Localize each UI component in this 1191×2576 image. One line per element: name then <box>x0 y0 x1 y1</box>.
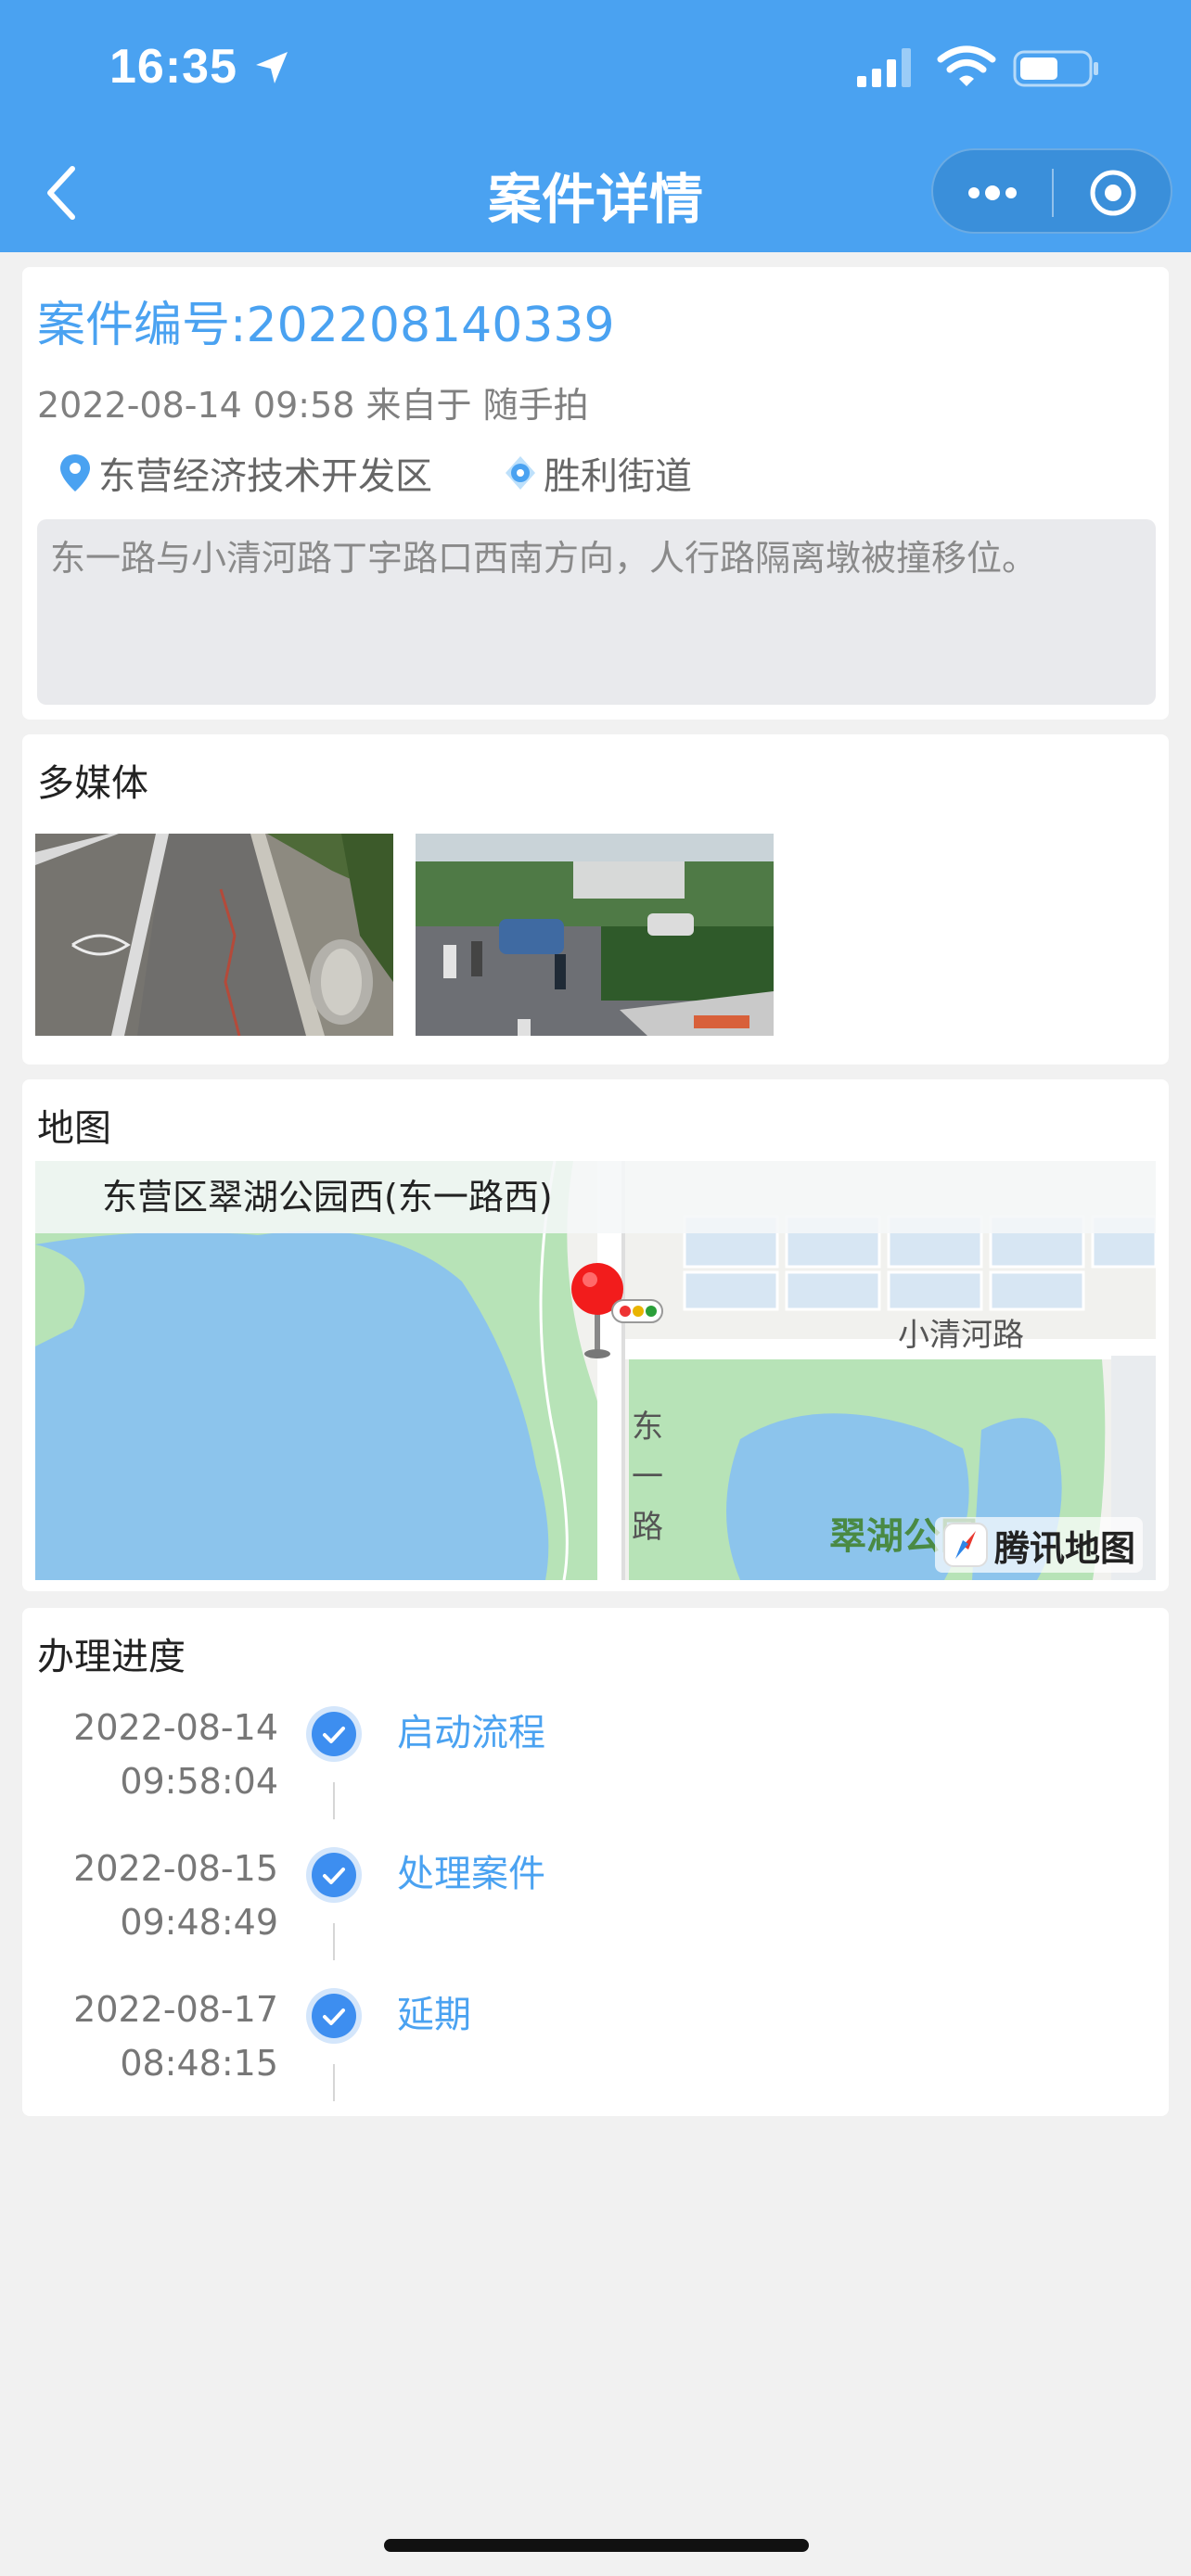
check-circle-icon <box>306 1847 362 1903</box>
cellular-signal-icon <box>857 48 911 87</box>
step-connector <box>333 1782 335 1819</box>
wifi-icon <box>937 45 996 86</box>
map-view[interactable]: 东营区翠湖公园西(东一路西) 小清河路 东一路 翠湖公园 腾讯地图 <box>35 1161 1156 1580</box>
district-tag: 东营经济技术开发区 <box>58 449 432 498</box>
step-datetime: 2022-08-15 09:48:49 <box>73 1842 278 1949</box>
map-pin-icon <box>60 454 90 491</box>
map-provider-logo: 腾讯地图 <box>934 1517 1143 1573</box>
location-arrow-icon <box>256 52 288 83</box>
capsule-divider <box>1052 169 1054 217</box>
map-address: 东营区翠湖公园西(东一路西) <box>35 1161 1156 1233</box>
street-label: 胜利街道 <box>544 455 692 498</box>
step-date: 2022-08-17 <box>73 1989 278 2030</box>
more-dots-icon[interactable] <box>946 163 1039 223</box>
case-description: 东一路与小清河路丁字路口西南方向，人行路隔离墩被撞移位。 <box>37 519 1156 705</box>
step-label[interactable]: 延期 <box>397 1984 471 2038</box>
progress-step: 2022-08-14 09:58:04 启动流程 <box>22 1701 1169 1842</box>
map-card: 地图 东营区翠湖公园西(东一路西) 小清河路 东一路 翠湖公园 腾讯地图 <box>22 1079 1169 1591</box>
step-time: 08:48:15 <box>120 2043 278 2084</box>
district-label: 东营经济技术开发区 <box>98 455 432 498</box>
media-photo-1[interactable] <box>35 834 393 1036</box>
home-indicator[interactable] <box>384 2539 809 2552</box>
check-circle-icon <box>306 1706 362 1762</box>
map-road-label-horizontal: 小清河路 <box>898 1317 1024 1354</box>
step-datetime: 2022-08-17 08:48:15 <box>73 1983 278 2090</box>
case-info-card: 案件编号:202208140339 2022-08-14 09:58 来自于 随… <box>22 267 1169 720</box>
progress-step: 2022-08-15 09:48:49 处理案件 <box>22 1842 1169 1983</box>
map-road-label-vertical: 东一路 <box>632 1409 663 1546</box>
target-close-icon[interactable] <box>1067 163 1159 223</box>
photo-1-image <box>35 834 393 1036</box>
progress-card: 办理进度 2022-08-14 09:58:04 启动流程 2022-08-15… <box>22 1608 1169 2116</box>
map-provider-text: 腾讯地图 <box>993 1527 1135 1569</box>
step-date: 2022-08-14 <box>73 1707 278 1748</box>
step-label[interactable]: 启动流程 <box>397 1702 545 1756</box>
step-date: 2022-08-15 <box>73 1848 278 1889</box>
step-time: 09:58:04 <box>120 1761 278 1802</box>
mini-program-capsule <box>931 148 1172 234</box>
case-meta: 2022-08-14 09:58 来自于 随手拍 <box>37 385 589 426</box>
map-title: 地图 <box>37 1107 111 1150</box>
step-time: 09:48:49 <box>120 1902 278 1943</box>
media-title: 多媒体 <box>37 762 148 805</box>
street-tag: 胜利街道 <box>503 449 692 498</box>
traffic-light-icon <box>611 1299 663 1323</box>
location-target-icon <box>506 456 535 490</box>
check-circle-icon <box>306 1988 362 2044</box>
progress-title: 办理进度 <box>37 1636 186 1678</box>
step-label[interactable]: 处理案件 <box>397 1843 545 1897</box>
media-photo-2[interactable] <box>416 834 774 1036</box>
status-time: 16:35 <box>109 40 237 94</box>
compass-icon <box>942 1523 988 1567</box>
header-bar: 16:35 案件详情 <box>0 0 1191 252</box>
media-card: 多媒体 <box>22 734 1169 1065</box>
step-datetime: 2022-08-14 09:58:04 <box>73 1701 278 1808</box>
battery-icon <box>1013 50 1098 87</box>
progress-step: 2022-08-17 08:48:15 延期 <box>22 1983 1169 2123</box>
photo-2-image <box>416 834 774 1036</box>
case-number: 案件编号:202208140339 <box>37 298 615 353</box>
step-connector <box>333 2064 335 2101</box>
step-connector <box>333 1923 335 1960</box>
